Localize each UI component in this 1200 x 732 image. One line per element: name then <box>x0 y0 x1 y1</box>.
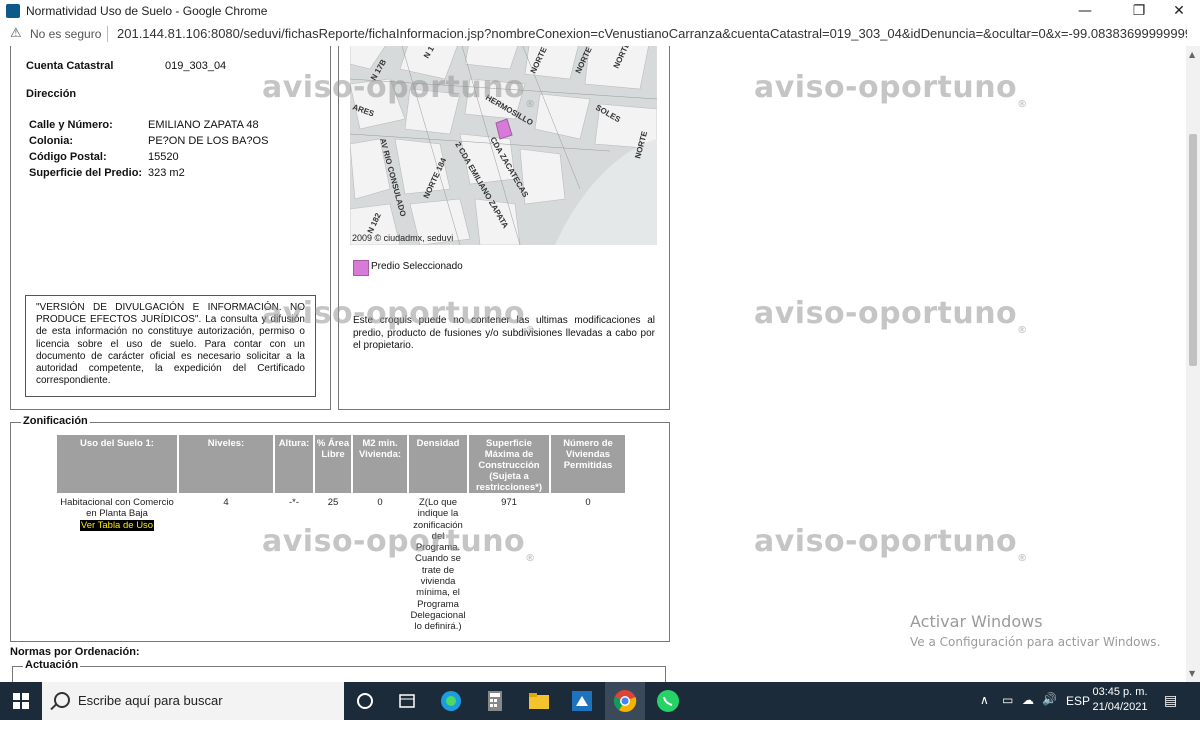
clock-time: 03:45 p. m. <box>1092 686 1148 698</box>
vertical-scrollbar[interactable]: ▲ ▼ <box>1186 46 1200 682</box>
clock-date: 21/04/2021 <box>1092 701 1148 713</box>
calle-label: Calle y Número: <box>29 119 113 131</box>
watermark: aviso-oportuno® <box>754 524 1028 564</box>
task-view-icon[interactable] <box>394 688 420 714</box>
watermark: aviso-oportuno® <box>262 524 536 564</box>
direccion-label: Dirección <box>26 88 77 100</box>
normas-title: Normas por Ordenación: <box>10 646 140 658</box>
watermark-text: aviso-oportuno <box>754 70 1018 105</box>
window-titlebar: Normatividad Uso de Suelo - Google Chrom… <box>0 0 1200 22</box>
cell-densidad: Z(Lo que indique la zonificación del Pro… <box>410 497 466 633</box>
cell-area-libre: 25 <box>327 497 339 508</box>
windows-logo-icon <box>13 693 20 700</box>
watermark-text: aviso-oportuno <box>262 524 526 559</box>
search-icon <box>54 692 70 708</box>
taskbar: Escribe aquí para buscar ∧ ▭ ☁ 🔊 ESP 03:… <box>0 682 1200 720</box>
watermark: aviso-oportuno® <box>262 70 536 110</box>
cuenta-catastral-label: Cuenta Catastral <box>26 60 114 72</box>
watermark-text: aviso-oportuno <box>754 524 1018 559</box>
header-densidad: Densidad <box>409 435 467 493</box>
cell-niveles: 4 <box>223 497 229 508</box>
warning-icon[interactable]: ⚠ <box>10 26 22 41</box>
search-placeholder: Escribe aquí para buscar <box>78 693 223 708</box>
cell-num-viviendas: 0 <box>585 497 591 508</box>
header-altura: Altura: <box>275 435 313 493</box>
notifications-icon[interactable]: ▤ <box>1164 692 1177 730</box>
superficie-label: Superficie del Predio: <box>29 167 143 179</box>
network-icon[interactable]: ▭ <box>1002 693 1013 731</box>
start-button[interactable] <box>0 682 42 720</box>
watermark: aviso-oportuno® <box>754 296 1028 336</box>
actuacion-section: Actuación <box>12 659 666 682</box>
volume-icon[interactable]: 🔊 <box>1042 692 1057 730</box>
watermark-text: aviso-oportuno <box>262 70 526 105</box>
cell-altura: -*- <box>288 497 300 508</box>
address-bar[interactable]: ⚠ No es seguro 201.144.81.106:8080/seduv… <box>0 22 1200 47</box>
watermark-text: aviso-oportuno <box>754 296 1018 331</box>
calculator-icon[interactable] <box>482 688 508 714</box>
colonia-label: Colonia: <box>29 135 73 147</box>
codigo-postal-label: Código Postal: <box>29 151 107 163</box>
scroll-thumb[interactable] <box>1189 134 1197 366</box>
scroll-up-icon[interactable]: ▲ <box>1189 50 1195 59</box>
window-title: Normatividad Uso de Suelo - Google Chrom… <box>26 4 268 18</box>
calle-value: EMILIANO ZAPATA 48 <box>148 119 259 131</box>
colonia-value: PE?ON DE LOS BA?OS <box>148 135 269 147</box>
whatsapp-icon[interactable] <box>655 688 681 714</box>
header-area-libre: % Área Libre <box>315 435 351 493</box>
page-content: Cuenta Catastral 019_303_04 Dirección Ca… <box>0 46 1186 682</box>
cell-uso-suelo: Habitacional con Comercio en Planta Baja… <box>57 497 177 531</box>
scroll-down-icon[interactable]: ▼ <box>1189 669 1195 678</box>
minimize-button[interactable]: — <box>1062 0 1108 22</box>
separator <box>107 26 108 42</box>
zonificacion-title: Zonificación <box>21 415 90 427</box>
windows-activation-notice: Activar Windows Ve a Configuración para … <box>910 612 1160 649</box>
taskbar-search[interactable]: Escribe aquí para buscar <box>42 682 344 720</box>
predio-legend-label: Predio Seleccionado <box>371 261 463 272</box>
activation-line2: Ve a Configuración para activar Windows. <box>910 635 1161 649</box>
header-m2-min: M2 min. Vivienda: <box>353 435 407 493</box>
watermark: aviso-oportuno® <box>262 296 536 336</box>
windows-logo-icon <box>22 702 29 709</box>
close-button[interactable]: ✕ <box>1156 0 1200 22</box>
cell-m2-min: 0 <box>377 497 383 508</box>
cell-superficie-max: 971 <box>501 497 517 508</box>
cortana-icon[interactable] <box>352 688 378 714</box>
activation-line1: Activar Windows <box>910 612 1043 631</box>
header-num-viviendas: Número de Viviendas Permitidas <box>551 435 625 493</box>
watermark: aviso-oportuno® <box>754 70 1028 110</box>
security-label[interactable]: No es seguro <box>30 27 101 41</box>
edge-icon[interactable] <box>438 688 464 714</box>
watermark-text: aviso-oportuno <box>262 296 526 331</box>
windows-logo-icon <box>22 693 29 700</box>
codigo-postal-value: 15520 <box>148 151 179 163</box>
header-niveles: Niveles: <box>179 435 273 493</box>
header-superficie-max: Superficie Máxima de Construcción (Sujet… <box>469 435 549 493</box>
map-copyright: 2009 © ciudadmx, seduvi <box>352 233 454 243</box>
language-indicator[interactable]: ESP <box>1066 694 1090 732</box>
ver-tabla-link[interactable]: Ver Tabla de Uso <box>79 519 155 531</box>
url-text[interactable]: 201.144.81.106:8080/seduvi/fichasReporte… <box>117 26 1187 41</box>
system-clock[interactable]: 03:45 p. m. 21/04/2021 <box>1090 685 1150 715</box>
file-explorer-icon[interactable] <box>526 688 552 714</box>
chrome-icon[interactable] <box>612 688 638 714</box>
cuenta-catastral-value: 019_303_04 <box>165 60 227 72</box>
actuacion-title: Actuación <box>23 659 81 671</box>
app-icon[interactable] <box>569 688 595 714</box>
tray-chevron-icon[interactable]: ∧ <box>980 693 989 731</box>
uso-suelo-value: Habitacional con Comercio en Planta Baja <box>60 497 174 520</box>
app-icon <box>6 4 20 18</box>
superficie-value: 323 m2 <box>148 167 185 179</box>
predio-legend-swatch <box>353 260 369 276</box>
windows-logo-icon <box>13 702 20 709</box>
onedrive-icon[interactable]: ☁ <box>1022 693 1034 731</box>
header-uso-suelo: Uso del Suelo 1: <box>57 435 177 493</box>
